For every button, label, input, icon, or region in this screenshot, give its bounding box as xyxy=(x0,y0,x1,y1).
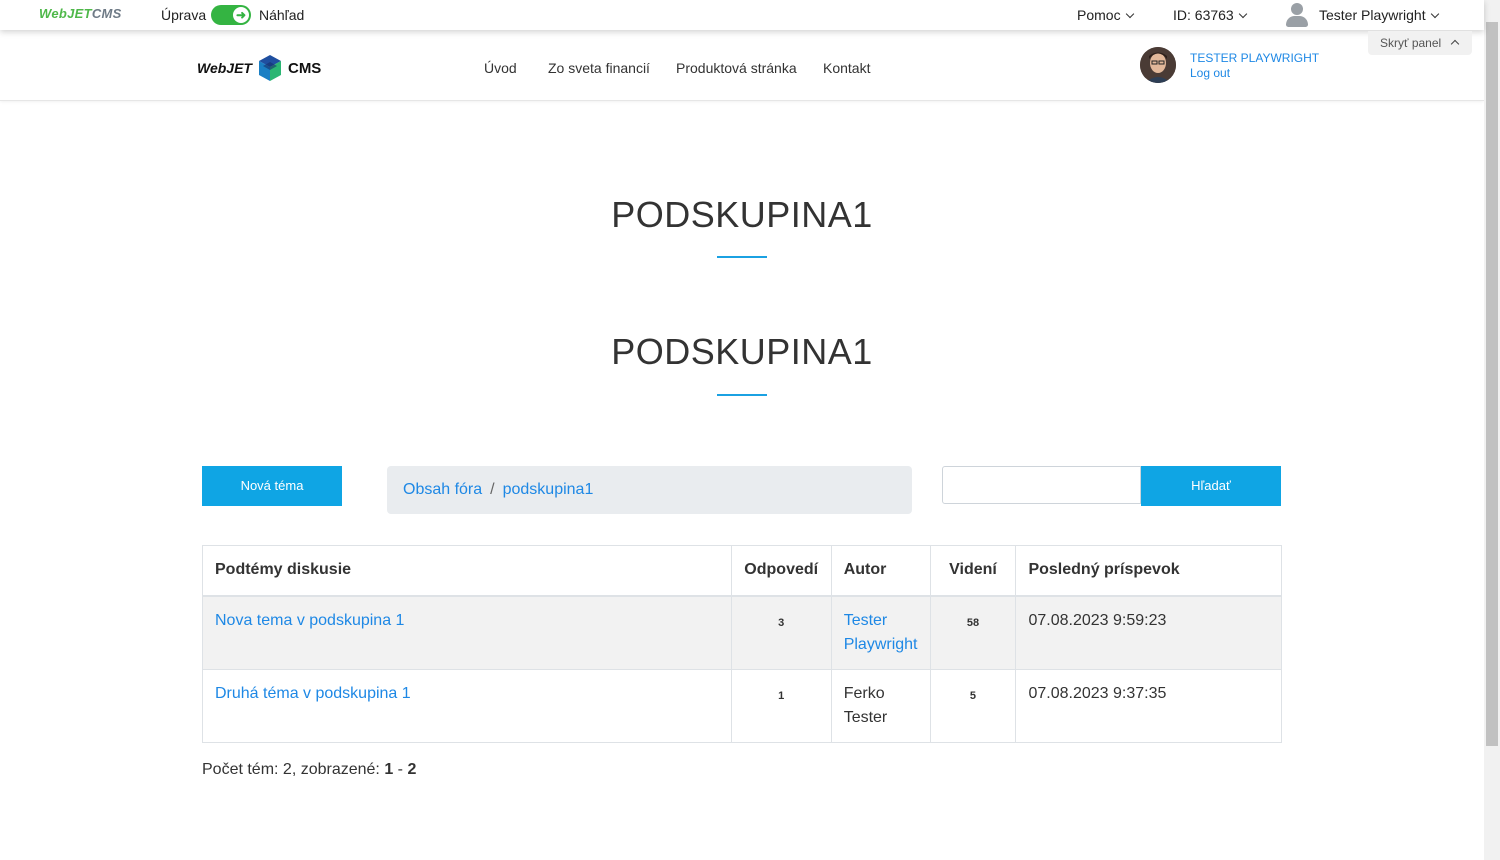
last-post-date: 07.08.2023 9:59:23 xyxy=(1015,595,1282,670)
replies-count: 3 xyxy=(730,595,832,670)
hide-panel-label: Skryť panel xyxy=(1380,36,1442,50)
last-post-date: 07.08.2023 9:37:35 xyxy=(1015,668,1282,743)
topic-count-separator: - xyxy=(393,761,408,778)
help-menu-label: Pomoc xyxy=(1077,7,1121,23)
search-button[interactable]: Hľadať xyxy=(1141,466,1281,506)
site-logo[interactable]: WebJET CMS xyxy=(197,55,321,81)
scrollbar-thumb[interactable] xyxy=(1486,22,1498,746)
topic-count-label: Počet tém: 2, zobrazené: xyxy=(202,761,385,778)
hide-panel-button[interactable]: Skryť panel xyxy=(1368,31,1472,55)
column-header-author[interactable]: Autor xyxy=(830,545,931,597)
search-input[interactable] xyxy=(942,466,1141,504)
author-last-name: Tester xyxy=(843,708,888,726)
replies-count: 1 xyxy=(730,668,832,743)
author-first-name: Ferko xyxy=(843,684,885,702)
chevron-up-icon xyxy=(1450,39,1460,49)
cms-logo-text-green: WebJET xyxy=(39,6,92,21)
arrow-right-icon: ➜ xyxy=(233,7,249,23)
doc-id-label: ID: 63763 xyxy=(1173,7,1234,23)
author-cell: Ferko Tester xyxy=(830,668,931,743)
topics-table: Podtémy diskusie Odpovedí Autor Videní P… xyxy=(202,545,1282,743)
nav-item-finance[interactable]: Zo sveta financií xyxy=(548,60,650,76)
preview-mode-label[interactable]: Náhľad xyxy=(259,7,304,23)
page-scrollbar[interactable] xyxy=(1484,0,1500,860)
column-header-replies[interactable]: Odpovedí xyxy=(730,545,832,597)
cms-logo[interactable]: WebJETCMS xyxy=(39,6,122,21)
chevron-down-icon xyxy=(1430,9,1439,19)
forum-title: PODSKUPINA1 xyxy=(611,331,873,372)
table-header-row: Podtémy diskusie Odpovedí Autor Videní P… xyxy=(202,545,1282,597)
user-menu[interactable]: Tester Playwright xyxy=(1319,7,1439,23)
user-photo xyxy=(1140,47,1176,83)
column-header-views[interactable]: Videní xyxy=(929,545,1017,597)
topic-count-to: 2 xyxy=(407,761,417,778)
table-row: Nova tema v podskupina 1 3 Tester Playwri… xyxy=(202,595,1282,670)
cube-logo-icon xyxy=(258,55,281,81)
site-logo-text-left: WebJET xyxy=(197,60,252,76)
topic-count-from: 1 xyxy=(384,761,394,778)
table-row: Druhá téma v podskupina 1 1 Ferko Tester … xyxy=(202,668,1282,743)
forum-title-underline xyxy=(717,394,767,396)
topic-count: Počet tém: 2, zobrazené: 1 - 2 xyxy=(202,761,416,779)
site-user-name[interactable]: TESTER PLAYWRIGHT xyxy=(1190,51,1319,65)
topic-link[interactable]: Druhá téma v podskupina 1 xyxy=(215,685,411,702)
column-header-topic[interactable]: Podtémy diskusie xyxy=(202,545,732,597)
views-count: 5 xyxy=(929,668,1017,743)
cms-logo-text-gray: CMS xyxy=(91,6,122,21)
author-link[interactable]: Tester Playwright xyxy=(844,612,918,653)
author-cell: Tester Playwright xyxy=(830,595,931,670)
edit-mode-label[interactable]: Úprava xyxy=(161,7,206,23)
topic-link[interactable]: Nova tema v podskupina 1 xyxy=(215,612,404,629)
site-logo-text-right: CMS xyxy=(287,59,322,77)
nav-item-contact[interactable]: Kontakt xyxy=(823,60,870,76)
new-topic-button[interactable]: Nová téma xyxy=(202,466,342,506)
edit-preview-toggle[interactable]: ➜ xyxy=(211,5,251,25)
user-avatar-icon[interactable] xyxy=(1286,3,1308,27)
breadcrumb-item-forum-content[interactable]: Obsah fóra xyxy=(403,481,482,498)
nav-item-product[interactable]: Produktová stránka xyxy=(676,60,797,76)
views-count: 58 xyxy=(929,595,1017,670)
help-menu[interactable]: Pomoc xyxy=(1077,7,1134,23)
page-title: PODSKUPINA1 xyxy=(611,194,873,235)
author-first-name: Tester xyxy=(843,611,888,629)
logout-link[interactable]: Log out xyxy=(1190,66,1230,80)
breadcrumb-item-current[interactable]: podskupina1 xyxy=(503,481,594,498)
title-underline xyxy=(717,256,767,258)
nav-item-uvod[interactable]: Úvod xyxy=(484,60,517,76)
user-menu-label: Tester Playwright xyxy=(1319,7,1426,23)
column-header-last-post[interactable]: Posledný príspevok xyxy=(1015,545,1282,597)
breadcrumb-separator: / xyxy=(490,481,495,498)
site-header: WebJET CMS Úvod Zo sveta financií Produk… xyxy=(0,30,1484,101)
breadcrumb: Obsah fóra / podskupina1 xyxy=(387,466,912,514)
doc-id-menu[interactable]: ID: 63763 xyxy=(1173,7,1247,23)
author-last-name: Playwright xyxy=(843,635,918,653)
chevron-down-icon xyxy=(1125,9,1134,19)
cms-admin-bar: WebJETCMS Úprava ➜ Náhľad Pomoc ID: 6376… xyxy=(0,0,1484,30)
chevron-down-icon xyxy=(1238,9,1247,19)
